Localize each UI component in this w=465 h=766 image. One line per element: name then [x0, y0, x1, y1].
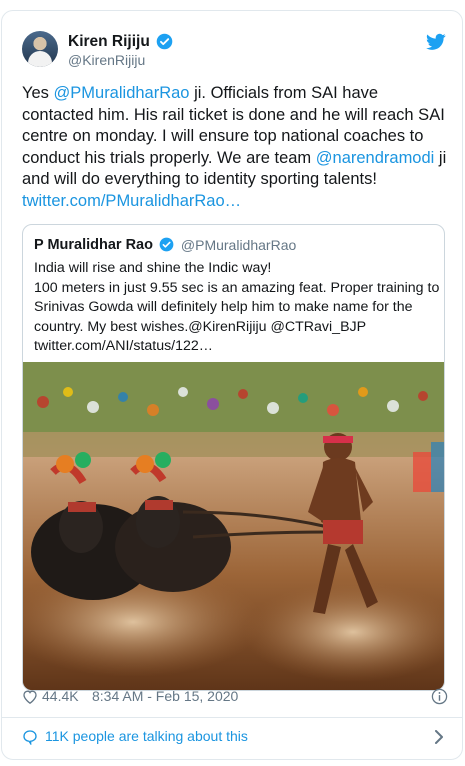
chevron-right-icon	[435, 730, 443, 744]
tweet-text: Yes @PMuralidharRao ji. Officials from S…	[22, 83, 448, 212]
twitter-bird-icon[interactable]	[426, 33, 446, 51]
quoted-text-line: Srinivas Gowda will definitely help him …	[34, 299, 413, 316]
tweet-url-link[interactable]: twitter.com/PMuralidharRao…	[22, 192, 241, 210]
quoted-text-line: country. My best wishes.@KirenRijiju @CT…	[34, 318, 367, 335]
heart-icon[interactable]	[22, 689, 38, 704]
author-display-name[interactable]: Kiren Rijiju	[68, 32, 150, 51]
author-handle[interactable]: @KirenRijiju	[68, 51, 173, 69]
quoted-header: P Muralidhar Rao @PMuralidharRao	[34, 236, 296, 256]
tweet-timestamp[interactable]: 8:34 AM - Feb 15, 2020	[92, 688, 238, 704]
tweet-header: Kiren Rijiju @KirenRijiju	[22, 31, 446, 71]
quoted-text: India will rise and shine the Indic way!…	[34, 259, 439, 357]
conversation-link[interactable]: 11K people are talking about this	[22, 725, 448, 749]
like-count[interactable]: 44.4K	[42, 688, 79, 704]
quoted-handle: @PMuralidharRao	[180, 236, 297, 253]
quoted-text-line: twitter.com/ANI/status/122…	[34, 338, 213, 355]
quoted-photo[interactable]	[23, 362, 445, 691]
quoted-text-line: India will rise and shine the Indic way!	[34, 260, 272, 276]
mention-link[interactable]: @narendramodi	[316, 149, 435, 167]
info-icon[interactable]	[431, 688, 448, 705]
quoted-display-name: P Muralidhar Rao	[34, 236, 153, 253]
author-block[interactable]: Kiren Rijiju @KirenRijiju	[68, 32, 173, 69]
tweet-text-segment: Yes	[22, 84, 54, 102]
quoted-tweet[interactable]: P Muralidhar Rao @PMuralidharRao India w…	[22, 224, 445, 691]
verified-badge-icon	[160, 237, 174, 252]
speech-bubble-icon	[23, 730, 37, 745]
divider	[2, 717, 462, 718]
tweet-meta: 44.4K 8:34 AM - Feb 15, 2020	[22, 686, 448, 708]
quoted-text-line: 100 meters in just 9.55 sec is an amazin…	[34, 279, 440, 296]
mention-link[interactable]: @PMuralidharRao	[54, 84, 190, 102]
tweet-card: Kiren Rijiju @KirenRijiju Yes @PMuralidh…	[1, 10, 463, 760]
talking-count-link[interactable]: 11K people are talking about this	[45, 728, 248, 744]
verified-badge-icon	[156, 33, 173, 50]
avatar[interactable]	[22, 31, 58, 67]
